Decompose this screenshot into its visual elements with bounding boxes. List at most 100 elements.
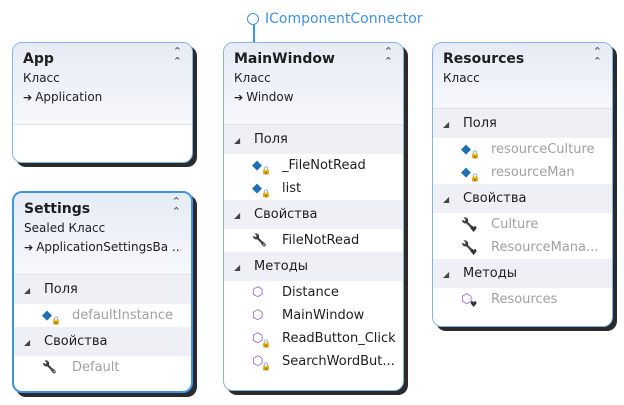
interface-lollipop[interactable]: IComponentConnector [247,11,423,27]
member-name: defaultInstance [72,308,174,323]
member-name: Culture [491,217,539,232]
member-name: ReadButton_Click [282,331,396,346]
member-item[interactable]: 🔧 ♥ Culture [433,213,612,236]
member-name: Distance [282,285,339,300]
expand-triangle-icon[interactable]: ◢ [443,110,453,139]
class-header: Settings Sealed Класс ➔ ApplicationSettings… [14,193,191,275]
lock-icon: 🔒 [261,189,271,198]
member-name: FileNotRead [282,233,360,248]
interface-name: IComponentConnector [265,11,423,27]
member-item[interactable]: 🔧 Default [14,356,191,379]
member-name: resourceCulture [491,142,595,157]
member-item[interactable]: ◆ 🔒 defaultInstance [14,304,191,327]
heart-icon: ♥ [470,225,478,234]
section-header-Поля[interactable]: ◢ Поля [433,109,612,138]
class-shape-resources[interactable]: Resources Класс ⌃ ⌃ ◢ Поля ◆ 🔒 resourceCulture ◆ 🔒… [432,42,613,327]
class-header: MainWindow Класс ➔ Window ⌃ ⌃ [224,43,403,125]
expand-triangle-icon[interactable]: ◢ [234,253,244,282]
section-header-Методы[interactable]: ◢ Методы [224,252,403,281]
member-item[interactable]: ◆ 🔒 _FileNotRead [224,154,403,177]
member-item[interactable]: ⬡ MainWindow [224,304,403,327]
inheritance-arrow-icon: ➔ [23,91,33,104]
section-label: Методы [254,259,308,274]
member-name: list [282,181,302,196]
member-item[interactable]: ◆ 🔒 list [224,177,403,200]
section-label: Свойства [254,207,318,222]
expand-triangle-icon[interactable]: ◢ [24,276,34,305]
member-item[interactable]: 🔧 FileNotRead [224,229,403,252]
section-label: Поля [463,116,497,131]
class-header: Resources Класс ⌃ ⌃ [433,43,612,109]
base-class-name: Application [35,90,103,104]
lock-icon: 🔒 [261,339,271,348]
expand-triangle-icon[interactable]: ◢ [24,328,34,357]
class-name: Resources [443,51,525,67]
lock-icon: 🔒 [261,166,271,175]
section-label: Поля [44,282,78,297]
section-header-Поля[interactable]: ◢ Поля [14,275,191,304]
section-label: Свойства [44,334,108,349]
property-icon: 🔧 [42,360,57,374]
property-icon: 🔧 [252,233,267,247]
property-icon: 🔧 ♥ [461,236,481,259]
collapse-chevron-icon[interactable]: ⌃ ⌃ [384,46,393,67]
member-name: MainWindow [282,308,365,323]
class-shape-settings[interactable]: Settings Sealed Класс ➔ ApplicationSettings… [12,191,193,393]
field-icon: ◆ 🔒 [42,304,62,327]
section-header-Свойства[interactable]: ◢ Свойства [433,184,612,213]
field-icon: ◆ 🔒 [252,154,272,177]
base-class: ➔ ApplicationSettingsBa ... [24,238,181,257]
heart-icon: ♥ [470,248,478,257]
member-item[interactable]: ⬡ 🔒 ReadButton_Click [224,327,403,350]
section-header-Свойства[interactable]: ◢ Свойства [14,327,191,356]
collapse-chevron-icon[interactable]: ⌃ ⌃ [172,196,181,217]
section-header-Методы[interactable]: ◢ Методы [433,259,612,288]
member-name: _FileNotRead [282,158,366,173]
expand-triangle-icon[interactable]: ◢ [234,126,244,155]
section-label: Свойства [463,191,527,206]
lock-icon: 🔒 [261,362,271,371]
member-item[interactable]: 🔧 ♥ ResourceMana... [433,236,612,259]
lock-icon: 🔒 [470,173,480,182]
method-icon: ⬡ ♥ [461,288,481,311]
member-name: resourceMan [491,165,575,180]
member-item[interactable]: ⬡ 🔒 SearchWordBut... [224,350,403,373]
property-icon: 🔧 ♥ [461,213,481,236]
expand-triangle-icon[interactable]: ◢ [443,260,453,289]
heart-icon: ♥ [470,300,478,309]
member-item[interactable]: ◆ 🔒 resourceMan [433,161,612,184]
class-kind: Класс [443,71,480,85]
class-kind: Класс [23,71,60,85]
method-icon: ⬡ 🔒 [252,350,272,373]
lock-icon: 🔒 [470,150,480,159]
method-icon: ⬡ [252,308,264,323]
base-class-name: Window [246,90,294,104]
member-name: ResourceMana... [491,240,599,255]
section-header-Свойства[interactable]: ◢ Свойства [224,200,403,229]
collapse-chevron-icon[interactable]: ⌃ ⌃ [173,46,182,67]
lock-icon: 🔒 [51,316,61,325]
class-kind: Класс [234,71,271,85]
member-item[interactable]: ⬡ Distance [224,281,403,304]
member-name: Resources [491,292,558,307]
class-shape-app[interactable]: App Класс ➔ Application ⌃ ⌃ [12,42,193,163]
base-class-name: ApplicationSettingsBa ... [36,240,181,254]
member-item[interactable]: ⬡ ♥ Resources [433,288,612,311]
class-name: MainWindow [234,51,335,67]
field-icon: ◆ 🔒 [461,138,481,161]
class-header: App Класс ➔ Application ⌃ ⌃ [13,43,192,125]
inheritance-arrow-icon: ➔ [234,91,244,104]
member-name: SearchWordBut... [282,354,395,369]
class-shape-mainwindow[interactable]: MainWindow Класс ➔ Window ⌃ ⌃ ◢ Поля ◆ 🔒 _FileNotR… [223,42,404,391]
method-icon: ⬡ [252,285,264,300]
method-icon: ⬡ 🔒 [252,327,272,350]
member-item[interactable]: ◆ 🔒 resourceCulture [433,138,612,161]
expand-triangle-icon[interactable]: ◢ [443,185,453,214]
class-kind: Sealed Класс [24,221,106,235]
expand-triangle-icon[interactable]: ◢ [234,201,244,230]
section-label: Поля [254,132,288,147]
collapse-chevron-icon[interactable]: ⌃ ⌃ [593,46,602,67]
section-header-Поля[interactable]: ◢ Поля [224,125,403,154]
section-label: Методы [463,266,517,281]
class-name: Settings [24,201,91,217]
